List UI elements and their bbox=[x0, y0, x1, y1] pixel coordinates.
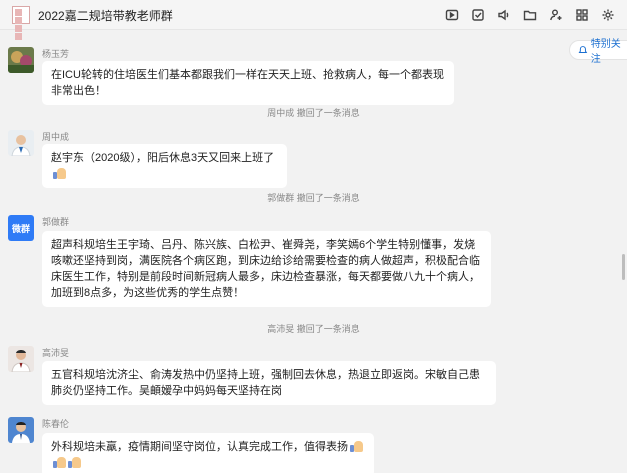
toolbar bbox=[439, 5, 621, 25]
avatar[interactable] bbox=[8, 47, 34, 73]
message-bubble[interactable]: 五官科规培沈济尘、俞涛发热中仍坚持上班，强制回去休息，热退立即返岗。宋敏自己患肺… bbox=[42, 361, 496, 405]
chat-history-icon[interactable] bbox=[439, 5, 465, 25]
message-bubble[interactable]: 在ICU轮转的住培医生们基本都跟我们一样在天天上班、抢救病人，每一个都表现非常出… bbox=[42, 61, 454, 105]
special-follow-button[interactable]: 特别关注 bbox=[569, 39, 627, 65]
recall-notice: 郭做群 撤回了一条消息 bbox=[267, 193, 360, 203]
announce-icon[interactable] bbox=[491, 5, 517, 25]
follow-icon bbox=[578, 46, 588, 53]
chat-header: 2022嘉二规培带教老师群 bbox=[0, 0, 627, 40]
message-bubble[interactable]: 外科规培未羸，疫情期间坚守岗位，认真完成工作，值得表扬 bbox=[42, 433, 374, 473]
message-bubble[interactable]: 超声科规培生王宇琦、吕丹、陈兴族、白松尹、崔舜尧，李笑嫣6个学生特别懂事，发烧咳… bbox=[42, 231, 491, 307]
group-avatar[interactable] bbox=[12, 6, 30, 40]
task-check-icon[interactable] bbox=[465, 5, 491, 25]
sender-name: 周中成 bbox=[42, 132, 70, 142]
message-text: 外科规培未羸，疫情期间坚守岗位，认真完成工作，值得表扬 bbox=[51, 441, 348, 453]
recall-notice: 高沛旻 撤回了一条消息 bbox=[267, 324, 360, 334]
apps-icon[interactable] bbox=[569, 5, 595, 25]
message-bubble[interactable]: 赵宇东（2020级），阳后休息3天又回来上班了 bbox=[42, 144, 287, 188]
avatar[interactable] bbox=[8, 130, 34, 156]
message-text: 五官科规培沈济尘、俞涛发热中仍坚持上班，强制回去休息，热退立即返岗。宋敏自己患肺… bbox=[51, 369, 480, 397]
avatar[interactable]: 微群 bbox=[8, 215, 34, 241]
message-text: 在ICU轮转的住培医生们基本都跟我们一样在天天上班、抢救病人，每一个都表现非常出… bbox=[51, 69, 444, 97]
thumbs-up-emoji bbox=[68, 456, 81, 468]
avatar[interactable] bbox=[8, 346, 34, 372]
scrollbar-thumb[interactable] bbox=[622, 254, 625, 280]
add-member-icon[interactable] bbox=[543, 5, 569, 25]
group-title: 2022嘉二规培带教老师群 bbox=[38, 9, 173, 23]
message-text: 超声科规培生王宇琦、吕丹、陈兴族、白松尹、崔舜尧，李笑嫣6个学生特别懂事，发烧咳… bbox=[51, 239, 480, 299]
thumbs-up-emoji bbox=[350, 440, 363, 452]
settings-icon[interactable] bbox=[595, 5, 621, 25]
sender-name: 杨玉芳 bbox=[42, 49, 70, 59]
sender-name: 高沛旻 bbox=[42, 348, 70, 358]
message-text: 赵宇东（2020级），阳后休息3天又回来上班了 bbox=[51, 152, 275, 164]
sender-name: 郭做群 bbox=[42, 217, 70, 227]
follow-label: 特别关注 bbox=[590, 39, 621, 65]
sender-name: 陈春伦 bbox=[42, 419, 70, 429]
thumbs-up-emoji bbox=[53, 456, 66, 468]
thumbs-up-emoji bbox=[53, 167, 66, 179]
avatar[interactable] bbox=[8, 417, 34, 443]
folder-icon[interactable] bbox=[517, 5, 543, 25]
recall-notice: 周中成 撤回了一条消息 bbox=[267, 108, 360, 118]
avatar-text: 微群 bbox=[11, 223, 30, 234]
